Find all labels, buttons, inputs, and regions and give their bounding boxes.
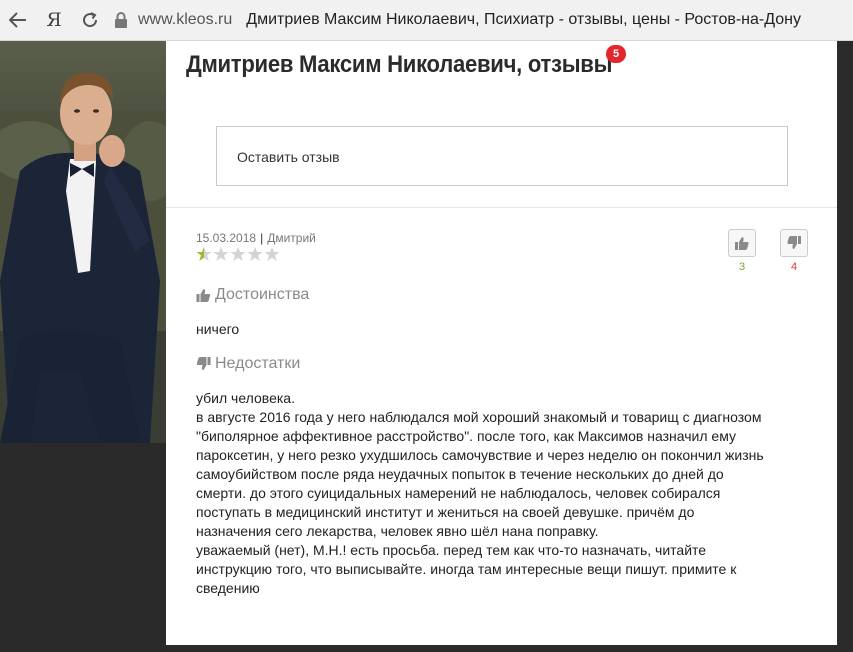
main-panel: Дмитриев Максим Николаевич, отзывы 5 Ост… xyxy=(166,41,837,645)
divider xyxy=(166,207,837,208)
arrow-left-icon xyxy=(9,12,26,28)
pros-heading: Достоинства xyxy=(196,286,309,304)
browser-toolbar: Я www.kleos.ru Дмитриев Максим Николаеви… xyxy=(0,0,853,41)
review-meta: 15.03.2018 | Дмитрий xyxy=(196,231,316,245)
cons-heading-label: Недостатки xyxy=(215,355,301,372)
pros-text: ничего xyxy=(196,321,240,337)
thumbs-up-icon xyxy=(196,289,211,302)
cons-line: "биполярное аффективное расстройство". п… xyxy=(196,428,736,444)
leave-review-label: Оставить отзыв xyxy=(237,149,340,165)
doctor-photo xyxy=(0,41,166,443)
rating-stars xyxy=(196,246,280,262)
review-author: Дмитрий xyxy=(267,231,316,245)
back-button[interactable] xyxy=(0,0,36,41)
thumbs-down-icon xyxy=(196,357,211,370)
cons-line: поступать в медицинский институт и женит… xyxy=(196,504,695,520)
cons-text: убил человека. в августе 2016 года у нег… xyxy=(196,389,816,598)
thumbs-up-icon xyxy=(735,237,749,250)
star-icon xyxy=(264,247,280,261)
cons-line: в августе 2016 года у него наблюдался мо… xyxy=(196,409,762,425)
right-background xyxy=(837,41,853,652)
star-icon xyxy=(247,247,263,261)
lock-icon xyxy=(115,12,127,28)
url-domain: www.kleos.ru xyxy=(138,11,233,28)
reload-icon xyxy=(83,12,98,28)
cons-line: инструкцию того, что выписывайте. иногда… xyxy=(196,561,737,577)
review-date: 15.03.2018 xyxy=(196,231,257,245)
dislike-button[interactable] xyxy=(780,229,808,257)
reload-button[interactable] xyxy=(72,0,108,41)
cons-line: назначения сего лекарства, человек явно … xyxy=(196,523,599,539)
thumbs-down-icon xyxy=(787,236,801,249)
cons-line: смерти. до этого суицидальных намерений … xyxy=(196,485,721,501)
cons-line: пароксетин, у него резко ухудшилось само… xyxy=(196,447,764,463)
dislike-count: 4 xyxy=(790,261,798,273)
yandex-button[interactable]: Я xyxy=(36,0,72,41)
cons-line: сведению xyxy=(196,580,260,596)
star-icon xyxy=(213,247,229,261)
leave-review-button[interactable]: Оставить отзыв xyxy=(216,126,788,186)
bottom-background xyxy=(166,645,837,652)
cons-line: уважаемый (нет), М.Н.! есть просьба. пер… xyxy=(196,542,707,558)
like-count: 3 xyxy=(738,261,746,273)
cons-line: самоубийством после ряда неудачных попыт… xyxy=(196,466,724,482)
star-icon xyxy=(230,247,246,261)
page-title: Дмитриев Максим Николаевич, Психиатр - о… xyxy=(246,11,801,28)
pros-heading-label: Достоинства xyxy=(215,286,310,303)
cons-line: убил человека. xyxy=(196,390,295,406)
star-icon xyxy=(196,247,212,261)
cons-heading: Недостатки xyxy=(196,355,300,373)
meta-separator: | xyxy=(260,231,264,245)
like-button[interactable] xyxy=(728,229,756,257)
address-bar[interactable]: www.kleos.ru Дмитриев Максим Николаевич,… xyxy=(114,0,801,41)
page-heading: Дмитриев Максим Николаевич, отзывы xyxy=(186,51,613,78)
review-count-badge: 5 xyxy=(606,45,626,63)
